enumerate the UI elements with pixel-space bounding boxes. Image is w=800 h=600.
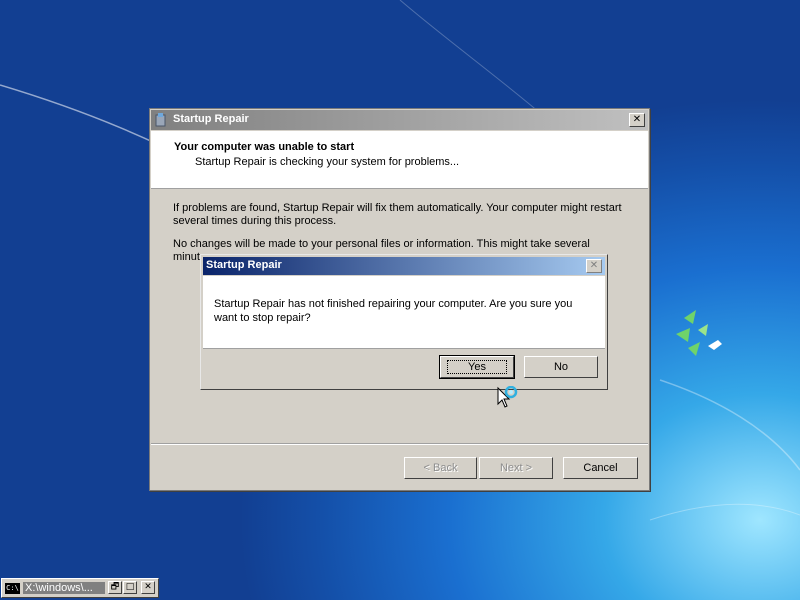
wizard-close-button[interactable]: ✕ [629, 113, 645, 127]
yes-button[interactable]: Yes [439, 355, 515, 379]
next-button[interactable]: Next > [479, 457, 553, 479]
dialog-titlebar[interactable]: Startup Repair ✕ [203, 257, 605, 275]
console-close-button[interactable]: ✕ [141, 581, 155, 594]
back-button[interactable]: < Back [404, 457, 477, 479]
dialog-message: Startup Repair has not finished repairin… [214, 298, 573, 324]
command-prompt-icon: C:\ [5, 583, 20, 594]
windows-logo-art [676, 310, 708, 356]
cancel-button[interactable]: Cancel [563, 457, 638, 479]
busy-cursor-icon [497, 386, 518, 408]
command-prompt-taskbar-window[interactable]: C:\ X:\windows\... 🗗 □ ✕ [1, 578, 159, 598]
command-prompt-title: X:\windows\... [23, 582, 105, 594]
dialog-title: Startup Repair [206, 259, 282, 271]
header-title: Your computer was unable to start [174, 141, 355, 153]
bird-art [708, 340, 722, 350]
maximize-button[interactable]: □ [123, 581, 137, 594]
no-button[interactable]: No [524, 356, 598, 378]
wizard-header: Your computer was unable to start Startu… [151, 131, 648, 189]
restore-button[interactable]: 🗗 [108, 581, 122, 594]
footer-divider [151, 443, 648, 445]
wizard-title: Startup Repair [173, 113, 249, 125]
confirm-stop-dialog: Startup Repair ✕ Startup Repair has not … [200, 254, 608, 390]
info-paragraph-fix: If problems are found, Startup Repair wi… [173, 202, 622, 227]
wizard-titlebar[interactable]: Startup Repair ✕ [151, 110, 648, 130]
startup-repair-icon [155, 113, 166, 127]
yes-button-label: Yes [447, 360, 507, 374]
dialog-message-panel: Startup Repair has not finished repairin… [203, 276, 605, 349]
header-subtitle: Startup Repair is checking your system f… [195, 156, 460, 168]
dialog-close-button[interactable]: ✕ [586, 259, 602, 273]
